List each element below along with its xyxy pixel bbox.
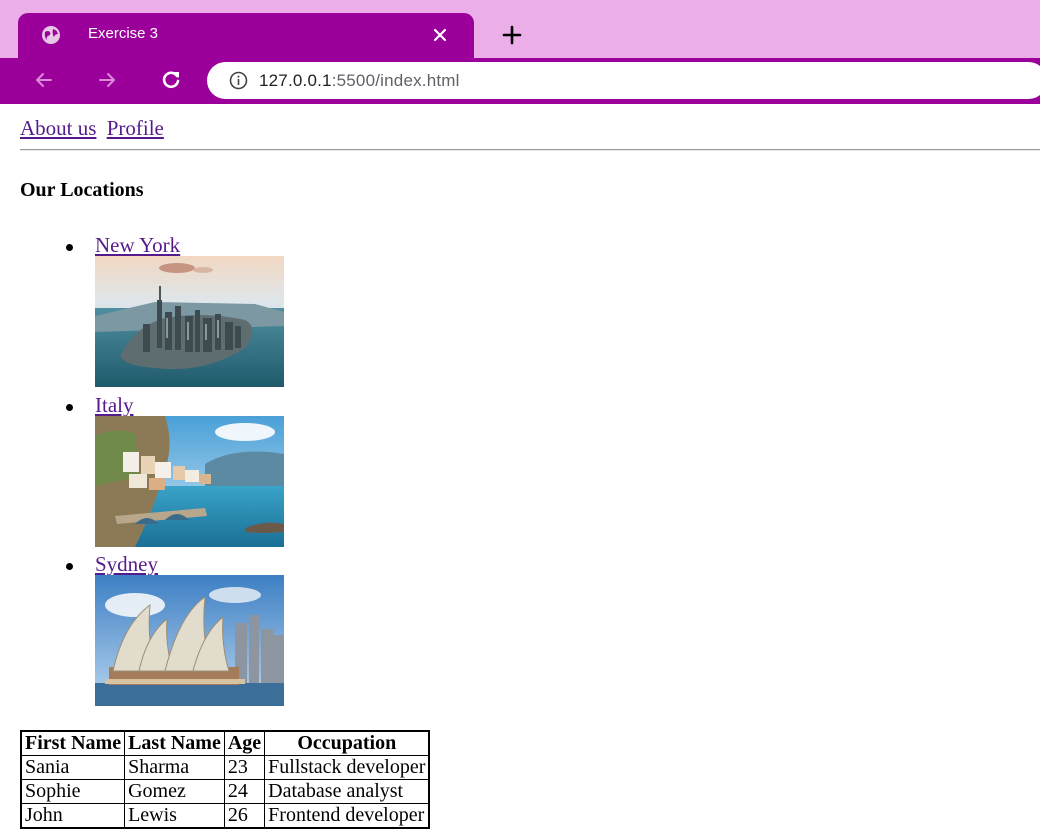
header-first-name: First Name bbox=[20, 730, 126, 756]
bullet bbox=[66, 244, 73, 251]
list-item-sydney: Sydney bbox=[0, 552, 300, 712]
tab-title: Exercise 3 bbox=[88, 25, 159, 42]
info-icon[interactable] bbox=[229, 71, 248, 90]
italy-image[interactable] bbox=[95, 416, 284, 547]
cell-occupation: Fullstack developer bbox=[264, 755, 430, 780]
sydney-image[interactable] bbox=[95, 575, 284, 706]
bullet bbox=[66, 404, 73, 411]
locations-heading: Our Locations bbox=[20, 179, 144, 201]
header-occupation: Occupation bbox=[264, 730, 430, 756]
url-text[interactable]: 127.0.0.1:5500/index.html bbox=[259, 71, 460, 91]
header-last-name: Last Name bbox=[124, 730, 225, 756]
cell-age: 24 bbox=[223, 779, 266, 804]
table-row: Sania Sharma 23 Fullstack developer bbox=[20, 755, 430, 780]
page-content: About us Profile Our Locations New York bbox=[0, 104, 1040, 838]
profile-link[interactable]: Profile bbox=[107, 116, 164, 140]
browser-toolbar: 127.0.0.1:5500/index.html bbox=[0, 58, 1040, 104]
new-york-image[interactable] bbox=[95, 256, 284, 387]
about-us-link[interactable]: About us bbox=[20, 116, 96, 140]
tab-strip: Exercise 3 bbox=[0, 0, 1040, 58]
reload-icon[interactable] bbox=[160, 69, 182, 91]
url-path: :5500/index.html bbox=[331, 71, 460, 90]
cell-age: 26 bbox=[223, 803, 266, 829]
cell-first-name: Sania bbox=[20, 755, 126, 780]
cell-occupation: Frontend developer bbox=[264, 803, 430, 829]
globe-icon bbox=[42, 26, 60, 44]
list-item-new-york: New York bbox=[0, 233, 300, 393]
new-york-link[interactable]: New York bbox=[95, 233, 180, 258]
active-tab[interactable]: Exercise 3 bbox=[18, 13, 474, 58]
cell-last-name: Sharma bbox=[124, 755, 225, 780]
address-bar[interactable]: 127.0.0.1:5500/index.html bbox=[207, 62, 1040, 99]
italy-link[interactable]: Italy bbox=[95, 393, 133, 418]
back-arrow-icon[interactable] bbox=[33, 69, 55, 91]
cell-occupation: Database analyst bbox=[264, 779, 430, 804]
list-item-italy: Italy bbox=[0, 393, 300, 553]
url-host: 127.0.0.1 bbox=[259, 71, 332, 90]
forward-arrow-icon[interactable] bbox=[96, 69, 118, 91]
cell-age: 23 bbox=[223, 755, 266, 780]
header-age: Age bbox=[223, 730, 266, 756]
cell-first-name: Sophie bbox=[20, 779, 126, 804]
table-row: John Lewis 26 Frontend developer bbox=[20, 803, 430, 829]
sydney-link[interactable]: Sydney bbox=[95, 552, 158, 577]
cell-last-name: Gomez bbox=[124, 779, 225, 804]
new-tab-icon[interactable] bbox=[502, 25, 522, 45]
divider bbox=[20, 149, 1040, 151]
table-row: Sophie Gomez 24 Database analyst bbox=[20, 779, 430, 804]
cell-last-name: Lewis bbox=[124, 803, 225, 829]
close-icon[interactable] bbox=[432, 27, 448, 43]
cell-first-name: John bbox=[20, 803, 126, 829]
bullet bbox=[66, 563, 73, 570]
table-header-row: First Name Last Name Age Occupation bbox=[20, 730, 430, 756]
top-nav: About us Profile bbox=[20, 116, 164, 141]
people-table: First Name Last Name Age Occupation Sani… bbox=[20, 730, 431, 829]
